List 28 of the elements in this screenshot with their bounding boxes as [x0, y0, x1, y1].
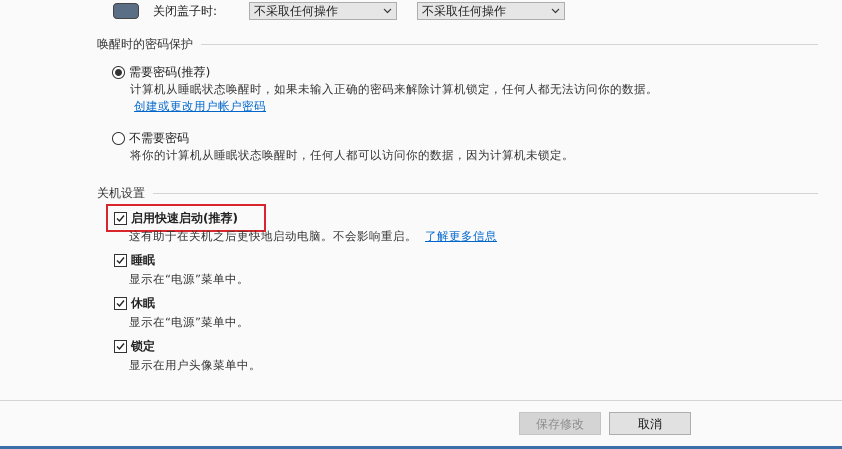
chevron-icon: [551, 8, 560, 14]
option-label: 不需要密码: [129, 130, 189, 147]
radio-button[interactable]: [112, 132, 125, 144]
radio-button[interactable]: [112, 66, 125, 78]
checkbox-description: 显示在“电源”菜单中。: [129, 271, 249, 288]
checkbox-description: 这有助于在关机之后更快地启动电脑。不会影响重启。: [129, 228, 417, 245]
checkbox[interactable]: [114, 340, 127, 352]
checkbox[interactable]: [114, 254, 127, 266]
checkbox-label: 锁定: [131, 338, 155, 355]
checkbox[interactable]: [114, 212, 127, 224]
lid-label: 关闭盖子时:: [153, 3, 218, 20]
learn-more-link[interactable]: 了解更多信息: [425, 228, 497, 245]
action-dropdown[interactable]: 不采取任何操作: [249, 2, 397, 20]
section-heading: 关机设置: [97, 185, 145, 202]
password-link[interactable]: 创建或更改用户帐户密码: [134, 99, 266, 113]
checkbox-label: 休眠: [131, 295, 155, 312]
checkbox-label: 睡眠: [131, 252, 155, 269]
option-label: 需要密码(推荐): [129, 64, 210, 81]
section-heading: 唤醒时的密码保护: [97, 36, 193, 53]
checkbox-description: 显示在“电源”菜单中。: [129, 314, 249, 331]
option-description: 将你的计算机从睡眠状态唤醒时，任何人都可以访问你的数据，因为计算机未锁定。: [130, 148, 574, 162]
cancel-button[interactable]: 取消: [609, 412, 691, 435]
checkbox-description: 显示在用户头像菜单中。: [129, 357, 261, 374]
checkbox[interactable]: [114, 296, 127, 310]
checkbox-label: 启用快速启动(推荐): [131, 210, 238, 227]
chevron-icon: [383, 8, 392, 14]
option-description: 计算机从睡眠状态唤醒时，如果未输入正确的密码来解除计算机锁定，任何人都无法访问你的数据。: [130, 82, 658, 96]
action-dropdown[interactable]: 不采取任何操作: [417, 2, 565, 20]
